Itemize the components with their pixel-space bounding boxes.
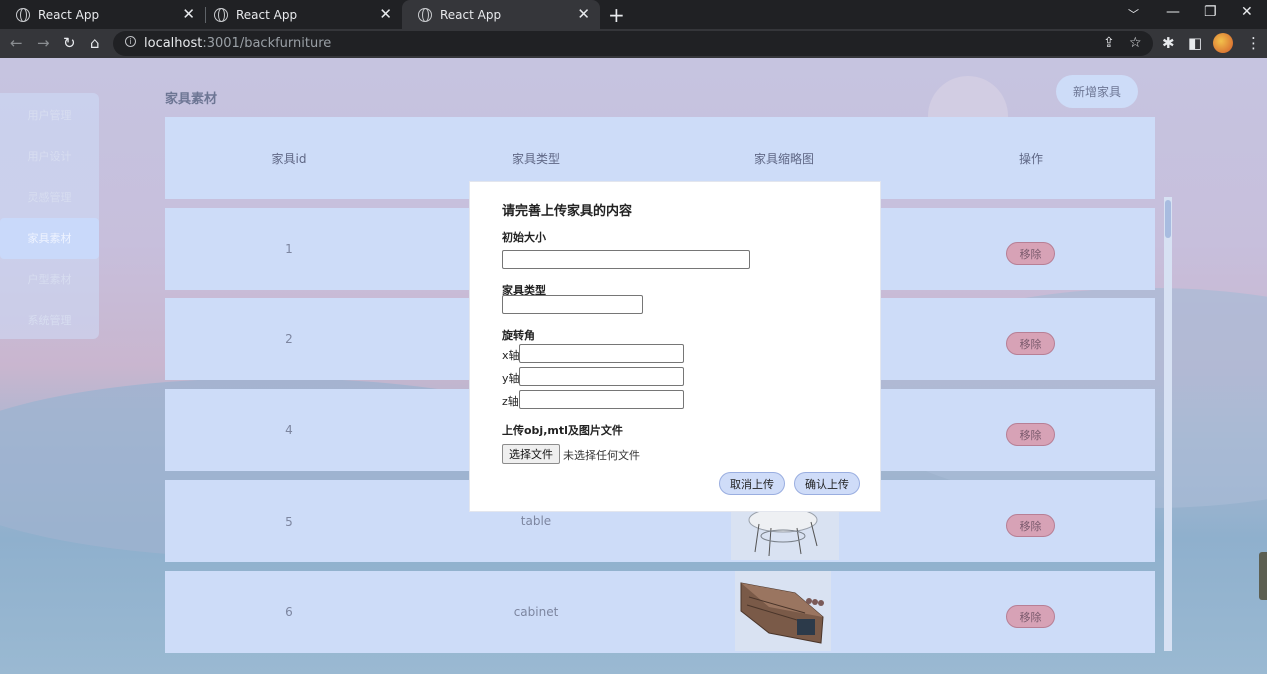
- cancel-upload-button[interactable]: 取消上传: [719, 472, 785, 495]
- remove-button[interactable]: 移除: [1006, 514, 1055, 537]
- close-icon[interactable]: ✕: [577, 5, 590, 23]
- cell-id: 2: [285, 332, 293, 346]
- sidebar-item-system[interactable]: 系统管理: [0, 300, 99, 341]
- column-header-id: 家具id: [271, 152, 307, 166]
- extensions-puzzle-icon[interactable]: ✱: [1162, 34, 1175, 52]
- side-handle[interactable]: [1259, 552, 1267, 600]
- upload-modal: 请完善上传家具的内容 初始大小 家具类型 旋转角 x轴 y轴 z轴 上传obj,…: [469, 181, 881, 512]
- initial-size-input[interactable]: [502, 250, 750, 269]
- globe-icon: [418, 7, 432, 22]
- cell-id: 1: [285, 242, 293, 256]
- upload-files-label: 上传obj,mtl及图片文件: [502, 424, 623, 437]
- file-status-text: 未选择任何文件: [563, 449, 640, 462]
- column-header-thumbnail: 家具缩略图: [753, 152, 814, 166]
- cell-type: table: [520, 514, 552, 528]
- furniture-thumbnail-cabinet: [735, 571, 831, 651]
- sidebar-item-user-design[interactable]: 用户设计: [0, 136, 99, 177]
- tab-title: React App: [440, 7, 502, 22]
- remove-button[interactable]: 移除: [1006, 242, 1055, 265]
- sidebar-item-user-management[interactable]: 用户管理: [0, 95, 99, 136]
- close-icon[interactable]: ✕: [379, 5, 392, 23]
- browser-tab-2[interactable]: React App ✕: [198, 0, 402, 29]
- rotation-y-input[interactable]: [519, 367, 684, 386]
- close-window-icon[interactable]: ✕: [1241, 4, 1253, 20]
- share-icon[interactable]: ⇪: [1103, 35, 1115, 51]
- back-arrow-icon[interactable]: ←: [10, 34, 23, 52]
- restore-icon[interactable]: ❐: [1204, 4, 1217, 20]
- home-icon[interactable]: ⌂: [90, 34, 100, 52]
- tab-title: React App: [236, 7, 298, 22]
- remove-button[interactable]: 移除: [1006, 605, 1055, 628]
- cell-id: 6: [285, 605, 293, 619]
- x-axis-label: x轴: [502, 349, 520, 362]
- info-icon[interactable]: i: [125, 36, 136, 47]
- page-viewport: 用户管理 用户设计 灵感管理 家具素材 户型素材 系统管理 家具素材 新增家具 …: [0, 58, 1267, 674]
- side-panel-icon[interactable]: ◧: [1188, 34, 1202, 52]
- tab-title: React App: [38, 7, 100, 22]
- rotation-x-input[interactable]: [519, 344, 684, 363]
- modal-title: 请完善上传家具的内容: [502, 204, 633, 219]
- url-text: localhost:3001/backfurniture: [144, 36, 332, 51]
- page-title: 家具素材: [165, 92, 218, 107]
- z-axis-label: z轴: [502, 395, 519, 408]
- confirm-upload-button[interactable]: 确认上传: [794, 472, 860, 495]
- reload-icon[interactable]: ↻: [63, 34, 76, 52]
- menu-kebab-icon[interactable]: ⋮: [1246, 34, 1261, 52]
- rotation-z-input[interactable]: [519, 390, 684, 409]
- cell-id: 4: [285, 423, 293, 437]
- cell-type: cabinet: [513, 605, 559, 619]
- browser-tab-3-active[interactable]: React App ✕: [402, 0, 600, 29]
- sidebar-item-floorplan-assets[interactable]: 户型素材: [0, 259, 99, 300]
- initial-size-label: 初始大小: [502, 231, 546, 244]
- sidebar: 用户管理 用户设计 灵感管理 家具素材 户型素材 系统管理: [0, 93, 99, 339]
- tab-search-chevron-icon[interactable]: ﹀: [1128, 6, 1139, 22]
- scrollbar-track[interactable]: [1164, 197, 1172, 651]
- close-icon[interactable]: ✕: [182, 5, 195, 23]
- column-header-type: 家具类型: [511, 152, 560, 166]
- remove-button[interactable]: 移除: [1006, 423, 1055, 446]
- browser-tab-1[interactable]: React App ✕: [0, 0, 205, 29]
- browser-tabstrip: React App ✕ React App ✕ React App ✕ + ﹀ …: [0, 0, 1267, 29]
- bookmark-star-icon[interactable]: ☆: [1129, 35, 1142, 51]
- profile-avatar[interactable]: [1213, 33, 1233, 53]
- scrollbar-thumb[interactable]: [1165, 200, 1171, 238]
- y-axis-label: y轴: [502, 372, 520, 385]
- remove-button[interactable]: 移除: [1006, 332, 1055, 355]
- column-header-actions: 操作: [1018, 152, 1043, 166]
- new-tab-plus-icon[interactable]: +: [608, 3, 625, 27]
- browser-toolbar: ← → ↻ ⌂ i localhost:3001/backfurniture ⇪…: [0, 29, 1267, 58]
- globe-icon: [16, 7, 30, 22]
- furniture-type-input[interactable]: [502, 295, 643, 314]
- address-bar[interactable]: i localhost:3001/backfurniture ⇪ ☆: [113, 31, 1153, 56]
- cell-id: 5: [285, 515, 293, 529]
- add-furniture-button[interactable]: 新增家具: [1056, 75, 1138, 108]
- sidebar-item-furniture-assets[interactable]: 家具素材: [0, 218, 99, 259]
- forward-arrow-icon[interactable]: →: [37, 34, 50, 52]
- choose-file-button[interactable]: 选择文件: [502, 444, 560, 464]
- minimize-icon[interactable]: —: [1166, 4, 1180, 20]
- rotation-label: 旋转角: [502, 329, 535, 342]
- table-row: 6 cabinet 移除: [165, 571, 1155, 653]
- globe-icon: [214, 7, 228, 22]
- sidebar-item-inspiration[interactable]: 灵感管理: [0, 177, 99, 218]
